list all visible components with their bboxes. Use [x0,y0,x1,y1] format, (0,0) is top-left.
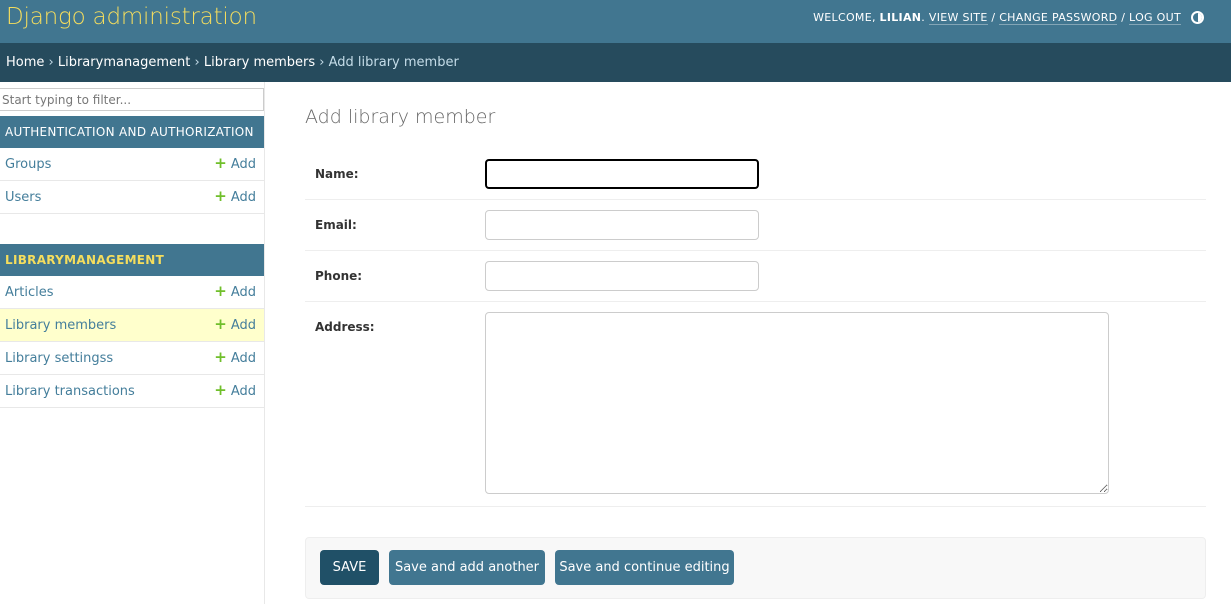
add-label: Add [230,384,256,399]
model-link-articles[interactable]: Articles [5,285,53,300]
add-label: Add [230,351,256,366]
breadcrumb-app[interactable]: Librarymanagement [58,55,191,70]
phone-field[interactable] [485,261,759,291]
plus-icon: + [214,315,227,333]
app-caption-librarymanagement[interactable]: LIBRARYMANAGEMENT [0,244,264,276]
breadcrumb-model[interactable]: Library members [204,55,315,70]
header: Django administration WELCOME, LILIAN. V… [0,0,1231,43]
theme-toggle-icon[interactable] [1191,11,1204,24]
model-link-library-members[interactable]: Library members [5,318,116,333]
change-password-link[interactable]: CHANGE PASSWORD [999,11,1118,25]
breadcrumb-separator: › [190,55,204,70]
email-field[interactable] [485,210,759,240]
plus-icon: + [214,381,227,399]
form-row-phone: Phone: [305,251,1206,302]
sidebar-item-articles: Articles + Add [0,276,264,309]
sidebar-item-groups: Groups + Add [0,148,264,181]
plus-icon: + [214,154,227,172]
log-out-link[interactable]: LOG OUT [1129,11,1181,25]
save-button[interactable]: SAVE [320,550,379,585]
model-link-library-transactions[interactable]: Library transactions [5,384,135,399]
form-row-email: Email: [305,200,1206,251]
nav-filter-input[interactable] [0,88,264,111]
form-row-address: Address: [305,302,1206,507]
address-label: Address: [315,320,375,334]
app-caption-auth[interactable]: AUTHENTICATION AND AUTHORIZATION [0,116,264,148]
name-field[interactable] [485,159,759,189]
save-and-add-another-button[interactable]: Save and add another [389,550,545,585]
phone-label: Phone: [315,269,363,283]
model-link-library-settingss[interactable]: Library settingss [5,351,113,366]
site-branding[interactable]: Django administration [6,4,257,30]
email-label: Email: [315,218,357,232]
sidebar-item-library-transactions: Library transactions + Add [0,375,264,408]
plus-icon: + [214,187,227,205]
username: LILIAN [879,11,922,24]
add-label: Add [230,190,256,205]
user-tools: WELCOME, LILIAN. VIEW SITE / CHANGE PASS… [813,11,1181,25]
breadcrumb-home[interactable]: Home [6,55,44,70]
sidebar-item-users: Users + Add [0,181,264,214]
plus-icon: + [214,282,227,300]
welcome-text: WELCOME, [813,11,880,24]
add-library-members-link[interactable]: + Add [214,315,256,334]
separator: / [1117,11,1130,24]
form-row-name: Name: [305,148,1206,200]
sidebar-item-library-settingss: Library settingss + Add [0,342,264,375]
add-library-settingss-link[interactable]: + Add [214,348,256,367]
breadcrumb: Home › Librarymanagement › Library membe… [0,43,1231,82]
page-title: Add library member [305,106,496,128]
model-link-groups[interactable]: Groups [5,157,51,172]
sidebar-item-library-members: Library members + Add [0,309,264,342]
add-label: Add [230,285,256,300]
breadcrumb-separator: › [315,55,329,70]
nav-sidebar: AUTHENTICATION AND AUTHORIZATION Groups … [0,82,265,604]
model-link-users[interactable]: Users [5,190,41,205]
name-label: Name: [315,167,359,181]
add-label: Add [230,157,256,172]
add-groups-link[interactable]: + Add [214,154,256,173]
view-site-link[interactable]: VIEW SITE [928,11,988,25]
separator: / [987,11,1000,24]
welcome-punct: . [921,11,929,24]
add-label: Add [230,318,256,333]
address-field[interactable] [485,312,1109,494]
add-users-link[interactable]: + Add [214,187,256,206]
add-library-transactions-link[interactable]: + Add [214,381,256,400]
breadcrumb-current: Add library member [328,55,459,70]
add-articles-link[interactable]: + Add [214,282,256,301]
plus-icon: + [214,348,227,366]
breadcrumb-separator: › [44,55,58,70]
submit-row: SAVE Save and add another Save and conti… [305,537,1206,599]
save-and-continue-editing-button[interactable]: Save and continue editing [555,550,734,585]
